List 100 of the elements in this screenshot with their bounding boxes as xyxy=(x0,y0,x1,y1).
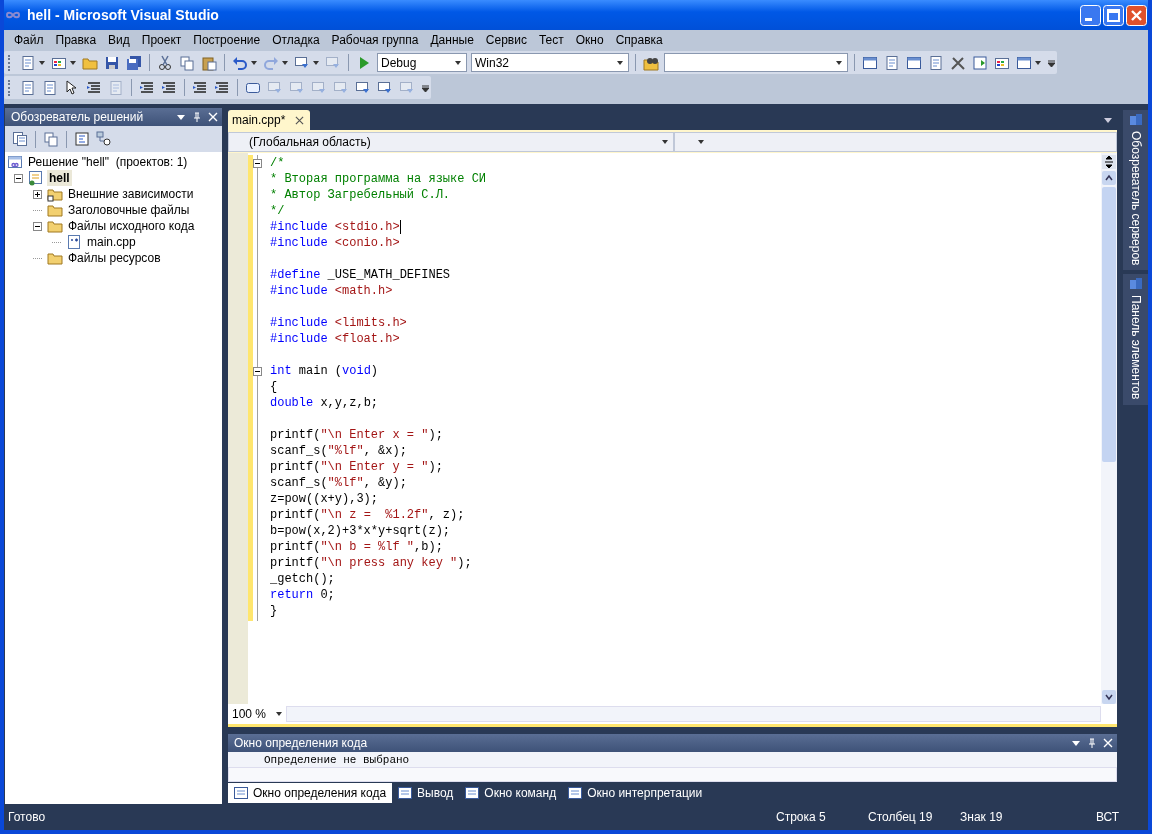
cpp-file-icon xyxy=(66,234,82,250)
menu-item[interactable]: Файл xyxy=(8,33,50,47)
window-icon[interactable] xyxy=(862,54,878,71)
caret-icon[interactable] xyxy=(698,140,704,144)
scroll-down-icon[interactable] xyxy=(1102,690,1116,704)
caret-icon[interactable] xyxy=(70,60,76,65)
side-tab[interactable]: Панель элементов xyxy=(1123,274,1148,405)
document-tab[interactable]: main.cpp* xyxy=(228,110,311,130)
caret-icon[interactable] xyxy=(282,60,288,65)
caret-icon[interactable] xyxy=(836,60,842,65)
panel-tab[interactable]: Окно определения кода xyxy=(228,783,393,803)
minimize-button[interactable] xyxy=(1080,4,1101,26)
horizontal-scrollbar[interactable] xyxy=(286,706,1101,722)
caret-icon[interactable] xyxy=(1103,115,1113,125)
side-tab[interactable]: Обозреватель серверов xyxy=(1123,110,1148,271)
scroll-up-icon[interactable] xyxy=(1102,171,1116,185)
caret-icon[interactable] xyxy=(313,60,319,65)
code-line: printf("\n Enter x = "); xyxy=(270,427,443,443)
menu-item[interactable]: Сервис xyxy=(479,33,533,47)
panel-tab[interactable]: Вывод xyxy=(392,783,460,803)
overflow-icon[interactable] xyxy=(1048,58,1055,67)
scope-dropdown[interactable]: (Глобальная область) xyxy=(228,132,674,152)
caret-icon[interactable] xyxy=(39,60,45,65)
document-icon[interactable] xyxy=(928,54,944,71)
class-diagram-icon[interactable] xyxy=(96,131,112,147)
collapse-icon[interactable] xyxy=(253,158,262,168)
window-icon xyxy=(234,787,248,799)
menu-item[interactable]: Рабочая группа xyxy=(325,33,425,47)
properties-icon[interactable] xyxy=(12,131,28,147)
server-icon xyxy=(1128,277,1143,292)
window-icon xyxy=(465,787,480,799)
copy-icon[interactable] xyxy=(43,131,59,147)
window-icon[interactable] xyxy=(1016,54,1032,71)
menu-item[interactable]: Вид xyxy=(102,33,136,47)
document-icon[interactable] xyxy=(20,79,36,96)
code-line: printf("\n Enter y = "); xyxy=(270,459,443,475)
outdent-icon[interactable] xyxy=(139,79,155,96)
tree-item[interactable]: Файлы ресурсов xyxy=(66,250,163,266)
indent-icon[interactable] xyxy=(161,79,177,96)
caret-icon[interactable] xyxy=(251,60,257,65)
horizontal-scrollbar[interactable] xyxy=(228,767,1117,782)
configuration-dropdown[interactable]: Debug xyxy=(377,53,467,72)
collapse-icon[interactable] xyxy=(33,221,42,231)
caret-icon[interactable] xyxy=(1035,60,1041,65)
document-icon[interactable] xyxy=(74,131,90,147)
tree-item[interactable]: Решение "hell" (проектов: 1) xyxy=(26,154,190,170)
tree-item[interactable]: Внешние зависимости xyxy=(66,186,196,202)
tree-item[interactable]: main.cpp xyxy=(85,234,138,250)
line-number: Строка 5 xyxy=(776,810,827,824)
code-line: return 0; xyxy=(270,587,335,603)
maximize-button[interactable] xyxy=(1103,4,1124,26)
menu-item[interactable]: Проект xyxy=(135,33,188,47)
disks-icon[interactable] xyxy=(126,54,142,71)
menu-item[interactable]: Отладка xyxy=(266,33,326,47)
document-icon[interactable] xyxy=(42,79,58,96)
menu-item[interactable]: Окно xyxy=(569,33,610,47)
caret-icon[interactable] xyxy=(176,112,186,122)
definition-text: Определение не выбрано xyxy=(264,754,410,766)
close-icon[interactable] xyxy=(295,115,305,125)
pin-icon[interactable] xyxy=(192,112,202,122)
scissors-icon[interactable] xyxy=(157,54,173,71)
tree-item[interactable]: Заголовочные файлы xyxy=(66,202,192,218)
collapse-icon[interactable] xyxy=(14,173,23,183)
splitter-icon[interactable] xyxy=(1102,155,1116,169)
platform-dropdown[interactable]: Win32 xyxy=(471,53,629,72)
window-icon xyxy=(398,787,413,799)
caret-icon[interactable] xyxy=(455,60,461,65)
clipboard-icon[interactable] xyxy=(201,54,217,71)
panel-tab[interactable]: Окно команд xyxy=(459,783,563,803)
menu-item[interactable]: Тест xyxy=(532,33,570,47)
tree-item[interactable]: Файлы исходного кода xyxy=(66,218,197,234)
collapse-icon[interactable] xyxy=(253,366,262,376)
caret-icon[interactable] xyxy=(617,60,623,65)
lines-icon[interactable] xyxy=(214,79,230,96)
expand-icon[interactable] xyxy=(33,189,42,199)
tree-item[interactable]: hell xyxy=(47,170,72,186)
document-icon[interactable] xyxy=(20,54,36,71)
overflow-icon[interactable] xyxy=(422,83,429,92)
panel-tab[interactable]: Окно интерпретации xyxy=(562,783,709,803)
menu-item[interactable]: Правка xyxy=(49,33,103,47)
lines-icon[interactable] xyxy=(192,79,208,96)
caret-icon[interactable] xyxy=(276,712,282,716)
code-line: printf("\n z = %1.2f", z); xyxy=(270,507,465,523)
menu-item[interactable]: Построение xyxy=(187,33,267,47)
document-icon[interactable] xyxy=(884,54,900,71)
menu-item[interactable]: Данные xyxy=(424,33,480,47)
pin-icon[interactable] xyxy=(1087,738,1097,748)
close-button[interactable] xyxy=(1126,4,1147,26)
copy-icon[interactable] xyxy=(179,54,195,71)
menu-item[interactable]: Справка xyxy=(609,33,669,47)
text-cursor xyxy=(399,220,401,234)
zoom-dropdown[interactable]: 100 % xyxy=(228,707,286,721)
app-icon xyxy=(5,10,21,20)
window-icon[interactable] xyxy=(906,54,922,71)
caret-icon[interactable] xyxy=(662,140,668,144)
text-icon[interactable] xyxy=(86,79,102,96)
caret-icon[interactable] xyxy=(1071,738,1081,748)
scrollbar-thumb[interactable] xyxy=(1102,187,1116,462)
code-line: int main (void) xyxy=(270,363,379,379)
code-line: z=pow((x+y),3); xyxy=(270,491,379,507)
